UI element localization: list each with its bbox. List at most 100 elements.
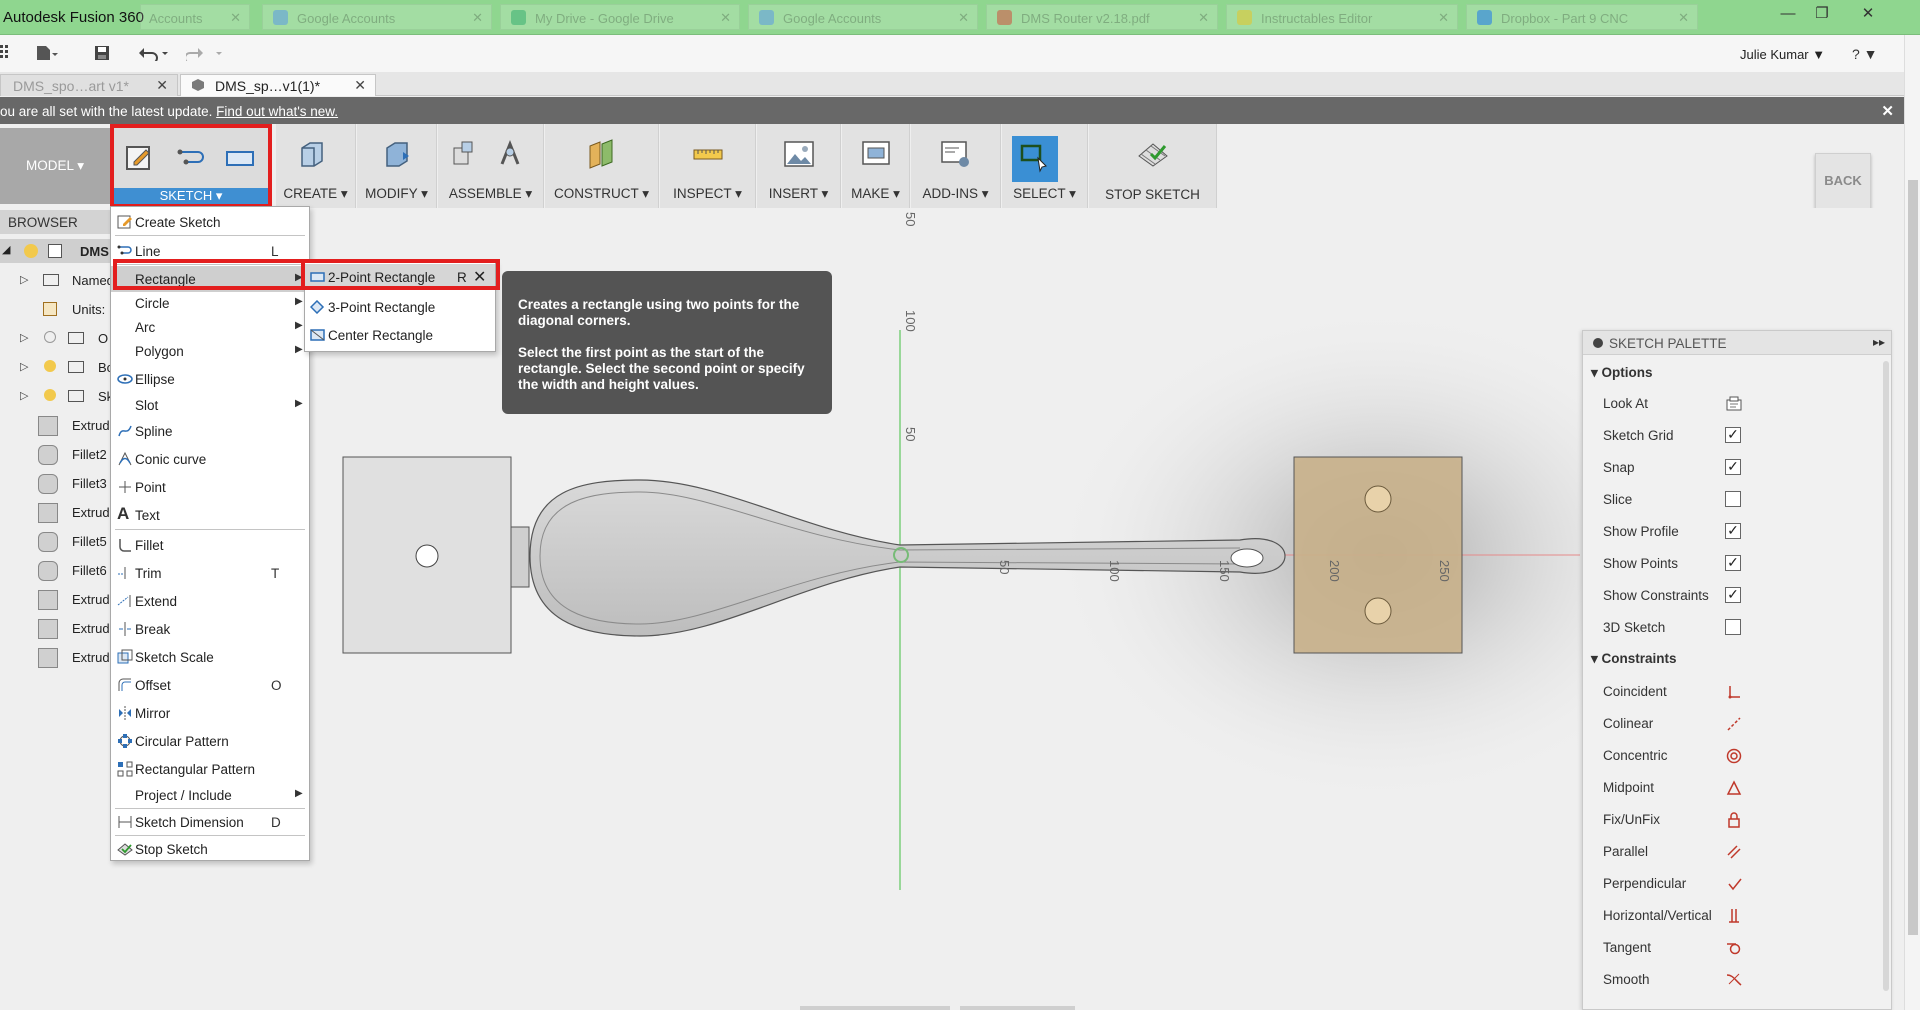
document-tab-active[interactable]: DMS_sp…v1(1)* ✕ xyxy=(180,74,376,96)
sketch-grid-checkbox[interactable]: ✓ xyxy=(1725,427,1741,443)
create-sketch-icon[interactable] xyxy=(124,142,156,174)
constraint-tangent[interactable]: Tangent xyxy=(1591,933,1873,963)
menu-item-arc[interactable]: Arc ▶ xyxy=(111,316,309,340)
close-x-icon[interactable]: ✕ xyxy=(473,267,486,287)
menu-item-circle[interactable]: Circle ▶ xyxy=(111,292,309,316)
menu-item-offset[interactable]: Offset O xyxy=(111,672,309,698)
browser-row[interactable]: ▷Bo xyxy=(0,355,110,379)
menu-item-polygon[interactable]: Polygon ▶ xyxy=(111,340,309,364)
look-at-icon[interactable] xyxy=(1726,396,1742,412)
scrollbar-thumb[interactable] xyxy=(1908,180,1918,935)
save-icon[interactable] xyxy=(94,45,110,61)
slice-checkbox[interactable] xyxy=(1725,491,1741,507)
background-browser-tab[interactable]: Google Accounts ✕ xyxy=(748,4,978,30)
option-look-at[interactable]: Look At xyxy=(1591,389,1873,419)
close-window-button[interactable]: ✕ xyxy=(1848,3,1888,25)
browser-panel-title[interactable]: BROWSER xyxy=(0,210,110,234)
sketch-menu-label[interactable]: SKETCH ▾ xyxy=(114,188,268,204)
whats-new-link[interactable]: Find out what's new. xyxy=(216,104,338,119)
constraint-parallel[interactable]: Parallel xyxy=(1591,837,1873,867)
line-tool-icon[interactable] xyxy=(176,142,208,174)
constraints-section-header[interactable]: ▾ Constraints xyxy=(1591,651,1677,667)
browser-row-root[interactable]: ◢ DMS xyxy=(0,239,110,263)
timeline-feature[interactable]: Extrud xyxy=(0,500,110,524)
timeline-feature[interactable]: Fillet2 xyxy=(0,442,110,466)
timeline-feature[interactable]: Extrud xyxy=(0,587,110,611)
select-group[interactable]: SELECT ▾ xyxy=(1002,124,1088,208)
workspace-switcher[interactable]: MODEL ▾ xyxy=(0,128,110,204)
restore-button[interactable]: ❐ xyxy=(1802,3,1842,25)
document-tab[interactable]: DMS_spo…art v1* ✕ xyxy=(0,74,178,96)
visibility-bulb-icon[interactable] xyxy=(44,331,56,343)
user-account-menu[interactable]: Julie Kumar ▼ xyxy=(1740,47,1825,62)
menu-item-ellipse[interactable]: Ellipse xyxy=(111,366,309,392)
rectangle-tool-icon[interactable] xyxy=(224,142,256,174)
option-show-points[interactable]: Show Points ✓ xyxy=(1591,549,1873,579)
menu-item-trim[interactable]: Trim T xyxy=(111,560,309,586)
option-sketch-grid[interactable]: Sketch Grid ✓ xyxy=(1591,421,1873,451)
select-tool-button[interactable] xyxy=(1012,136,1058,182)
sketch-palette-header[interactable]: SKETCH PALETTE ▸▸ xyxy=(1583,331,1891,355)
file-menu-icon[interactable] xyxy=(36,45,58,61)
menu-item-break[interactable]: Break xyxy=(111,616,309,642)
constraint-colinear[interactable]: Colinear xyxy=(1591,709,1873,739)
option-show-profile[interactable]: Show Profile ✓ xyxy=(1591,517,1873,547)
page-scrollbar[interactable] xyxy=(1904,35,1920,1010)
constraint-coincident[interactable]: Coincident xyxy=(1591,677,1873,707)
menu-item-center-rectangle[interactable]: Center Rectangle xyxy=(305,322,495,348)
menu-item-text[interactable]: A Text xyxy=(111,502,309,528)
timeline-feature[interactable]: Extrud xyxy=(0,413,110,437)
constraint-fix-unfix[interactable]: Fix/UnFix xyxy=(1591,805,1873,835)
grid-menu-icon[interactable] xyxy=(0,45,10,59)
menu-item-extend[interactable]: Extend xyxy=(111,588,309,614)
browser-row[interactable]: ▷ O xyxy=(0,326,110,350)
timeline-feature[interactable]: Extrud xyxy=(0,645,110,669)
undo-icon[interactable] xyxy=(138,45,170,61)
visibility-bulb-icon[interactable] xyxy=(44,360,56,372)
menu-item-spline[interactable]: Spline xyxy=(111,418,309,444)
menu-item-rectangle[interactable]: Rectangle ▶ xyxy=(111,266,309,292)
3d-sketch-checkbox[interactable] xyxy=(1725,619,1741,635)
browser-row[interactable]: ▷ Named xyxy=(0,268,110,292)
show-profile-checkbox[interactable]: ✓ xyxy=(1725,523,1741,539)
close-notification-icon[interactable]: ✕ xyxy=(1881,102,1894,120)
show-constraints-checkbox[interactable]: ✓ xyxy=(1725,587,1741,603)
addins-group[interactable]: ADD-INS ▾ xyxy=(911,124,1001,208)
timeline-feature[interactable]: Fillet6 xyxy=(0,558,110,582)
assemble-group[interactable]: ASSEMBLE ▾ xyxy=(438,124,544,208)
show-points-checkbox[interactable]: ✓ xyxy=(1725,555,1741,571)
background-browser-tab[interactable]: Dropbox - Part 9 CNC ✕ xyxy=(1466,4,1698,30)
menu-item-sketch-dimension[interactable]: Sketch Dimension D xyxy=(111,809,309,835)
menu-item-create-sketch[interactable]: Create Sketch xyxy=(111,209,309,235)
close-tab-icon[interactable]: ✕ xyxy=(156,77,168,94)
menu-item-project-include[interactable]: Project / Include ▶ xyxy=(111,782,309,808)
menu-item-3-point-rectangle[interactable]: 3-Point Rectangle xyxy=(305,294,495,320)
visibility-bulb-icon[interactable] xyxy=(44,389,56,401)
stop-sketch-group[interactable]: STOP SKETCH xyxy=(1089,124,1217,208)
constraint-perpendicular[interactable]: Perpendicular xyxy=(1591,869,1873,899)
constraint-smooth[interactable]: Smooth xyxy=(1591,965,1873,995)
options-section-header[interactable]: ▾ Options xyxy=(1591,365,1653,381)
menu-item-2-point-rectangle[interactable]: 2-Point Rectangle R ✕ xyxy=(305,264,495,290)
background-browser-tab[interactable]: My Drive - Google Drive ✕ xyxy=(500,4,740,30)
palette-pin-icon[interactable] xyxy=(1593,338,1603,348)
background-browser-tab[interactable]: Accounts ✕ xyxy=(140,4,250,30)
option-slice[interactable]: Slice xyxy=(1591,485,1873,515)
close-tab-icon[interactable]: ✕ xyxy=(354,77,366,94)
modify-group[interactable]: MODIFY ▾ xyxy=(357,124,437,208)
menu-item-slot[interactable]: Slot ▶ xyxy=(111,392,309,418)
menu-item-point[interactable]: Point xyxy=(111,474,309,500)
expand-palette-icon[interactable]: ▸▸ xyxy=(1873,335,1885,349)
constraint-midpoint[interactable]: Midpoint xyxy=(1591,773,1873,803)
timeline-feature[interactable]: Fillet5 xyxy=(0,529,110,553)
menu-item-mirror[interactable]: Mirror xyxy=(111,700,309,726)
background-browser-tab[interactable]: Google Accounts ✕ xyxy=(262,4,492,30)
make-group[interactable]: MAKE ▾ xyxy=(842,124,910,208)
create-group[interactable]: CREATE ▾ xyxy=(276,124,356,208)
option-snap[interactable]: Snap ✓ xyxy=(1591,453,1873,483)
background-browser-tab[interactable]: DMS Router v2.18.pdf ✕ xyxy=(986,4,1218,30)
constraint-concentric[interactable]: Concentric xyxy=(1591,741,1873,771)
option-show-constraints[interactable]: Show Constraints ✓ xyxy=(1591,581,1873,611)
construct-group[interactable]: CONSTRUCT ▾ xyxy=(545,124,659,208)
timeline-feature[interactable]: Extrud xyxy=(0,616,110,640)
